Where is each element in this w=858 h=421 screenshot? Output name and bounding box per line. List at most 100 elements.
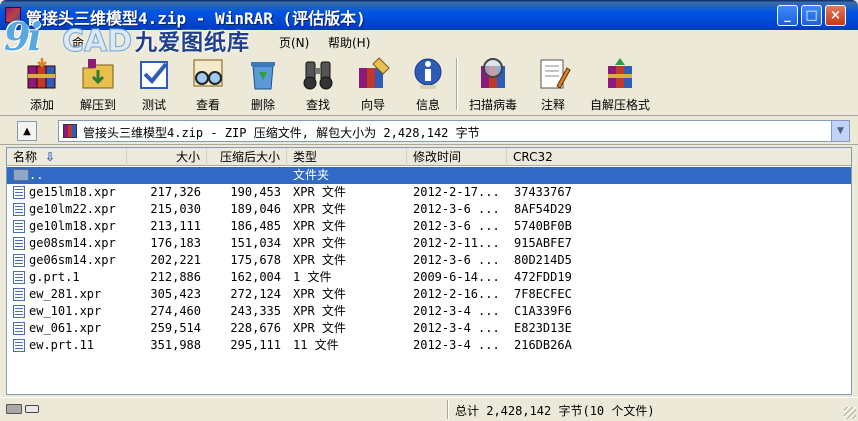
table-row[interactable]: ge10lm18.xpr 213,111 186,485 XPR 文件 2012… <box>7 218 851 235</box>
sort-descending-icon: ⇩ <box>45 150 56 164</box>
scan-virus-label: 扫描病毒 <box>468 98 517 112</box>
cell-size: 202,221 <box>150 253 201 267</box>
cell-type: 11 文件 <box>293 338 339 352</box>
cell-size: 215,030 <box>150 202 201 216</box>
table-row[interactable]: g.prt.1 212,886 162,004 1 文件 2009-6-14..… <box>7 269 851 286</box>
file-icon <box>13 203 25 216</box>
sfx-label: 自解压格式 <box>590 98 651 112</box>
cell-size <box>127 167 201 184</box>
table-row[interactable]: ew_281.xpr 305,423 272,124 XPR 文件 2012-2… <box>7 286 851 303</box>
cell-type: XPR 文件 <box>293 236 346 250</box>
file-icon <box>13 271 25 284</box>
cell-modified <box>413 167 507 184</box>
comment-button[interactable]: 注释 <box>525 56 581 114</box>
file-icon <box>13 288 25 301</box>
path-text: 管接头三维模型4.zip - ZIP 压缩文件, 解包大小为 2,428,142… <box>83 126 480 140</box>
table-row[interactable]: ge08sm14.xpr 176,183 151,034 XPR 文件 2012… <box>7 235 851 252</box>
column-packed[interactable]: 压缩后大小 <box>207 148 287 166</box>
column-name[interactable]: 名称 ⇩ <box>7 148 127 166</box>
cell-size: 212,886 <box>150 270 201 284</box>
extract-to-label: 解压到 <box>79 98 116 112</box>
table-row-parent[interactable]: .. 文件夹 <box>7 167 851 184</box>
table-row[interactable]: ew.prt.11 351,988 295,111 11 文件 2012-3-4… <box>7 337 851 354</box>
extract-folder-icon <box>82 59 114 89</box>
close-button[interactable]: × <box>825 5 846 26</box>
column-size[interactable]: 大小 <box>127 148 207 166</box>
wizard-button[interactable]: 向导 <box>345 56 401 114</box>
comment-icon <box>540 59 571 89</box>
minimize-button[interactable]: _ <box>777 5 798 26</box>
cell-modified: 2012-2-17... <box>413 185 500 199</box>
table-row[interactable]: ew_101.xpr 274,460 243,335 XPR 文件 2012-3… <box>7 303 851 320</box>
path-combobox[interactable]: 管接头三维模型4.zip - ZIP 压缩文件, 解包大小为 2,428,142… <box>58 120 850 142</box>
cell-type: 文件夹 <box>293 168 330 182</box>
menu-options[interactable]: 页(N) <box>279 34 309 51</box>
drive-icon[interactable] <box>6 404 22 414</box>
menu-bar: 命 页(N) 帮助(H) <box>0 30 858 52</box>
sfx-button[interactable]: 自解压格式 <box>590 56 650 114</box>
column-crc32[interactable]: CRC32 <box>507 148 851 166</box>
file-icon <box>13 220 25 233</box>
cell-crc: 216DB26A <box>514 338 572 352</box>
folder-up-icon <box>13 169 29 181</box>
cell-crc: 8AF54D29 <box>514 202 572 216</box>
path-dropdown-button[interactable]: ▼ <box>831 121 849 141</box>
cell-type: XPR 文件 <box>293 321 346 335</box>
cell-packed: 175,678 <box>230 253 281 267</box>
cell-crc: E823D13E <box>514 321 572 335</box>
maximize-button[interactable]: □ <box>801 5 822 26</box>
cell-size: 176,183 <box>150 236 201 250</box>
find-button[interactable]: 查找 <box>290 56 346 114</box>
cell-name: ge08sm14.xpr <box>29 236 116 250</box>
cell-type: XPR 文件 <box>293 202 346 216</box>
menu-commands[interactable]: 命 <box>72 34 84 51</box>
up-arrow-icon: ▲ <box>23 125 31 137</box>
winrar-app-icon[interactable] <box>5 7 21 23</box>
info-button[interactable]: 信息 <box>400 56 456 114</box>
file-icon <box>13 254 25 267</box>
column-type[interactable]: 类型 <box>287 148 407 166</box>
cell-name: ge10lm22.xpr <box>29 202 116 216</box>
scan-virus-button[interactable]: 扫描病毒 <box>465 56 521 114</box>
menu-help[interactable]: 帮助(H) <box>328 34 370 51</box>
cell-modified: 2012-2-16... <box>413 287 500 301</box>
column-modified[interactable]: 修改时间 <box>407 148 507 166</box>
add-button[interactable]: 添加 <box>14 56 70 114</box>
extract-to-button[interactable]: 解压到 <box>70 56 126 114</box>
cell-type: XPR 文件 <box>293 185 346 199</box>
cell-name: ew_281.xpr <box>29 287 102 301</box>
cell-crc <box>514 167 614 184</box>
view-button[interactable]: 查看 <box>180 56 236 114</box>
delete-button[interactable]: 删除 <box>235 56 291 114</box>
add-label: 添加 <box>29 98 54 112</box>
cell-modified: 2012-3-6 ... <box>413 219 500 233</box>
delete-label: 删除 <box>250 98 275 112</box>
cell-modified: 2012-2-11... <box>413 236 500 250</box>
test-label: 测试 <box>141 98 166 112</box>
cell-modified: 2012-3-4 ... <box>413 338 500 352</box>
cell-type: XPR 文件 <box>293 219 346 233</box>
resize-grip[interactable] <box>844 407 856 419</box>
up-folder-button[interactable]: ▲ <box>17 121 37 141</box>
comment-label: 注释 <box>540 98 565 112</box>
table-row[interactable]: ew_061.xpr 259,514 228,676 XPR 文件 2012-3… <box>7 320 851 337</box>
table-row[interactable]: ge06sm14.xpr 202,221 175,678 XPR 文件 2012… <box>7 252 851 269</box>
table-row[interactable]: ge15lm18.xpr 217,326 190,453 XPR 文件 2012… <box>7 184 851 201</box>
cell-crc: 7F8ECFEC <box>514 287 572 301</box>
file-icon <box>13 322 25 335</box>
test-button[interactable]: 测试 <box>126 56 182 114</box>
file-list[interactable]: 名称 ⇩ 大小 压缩后大小 类型 修改时间 CRC32 .. 文件夹 ge15lm… <box>6 147 852 395</box>
cell-type: XPR 文件 <box>293 253 346 267</box>
cell-size: 274,460 <box>150 304 201 318</box>
archive-icon <box>63 124 77 138</box>
cell-name: ge15lm18.xpr <box>29 185 116 199</box>
status-indicators <box>6 402 44 416</box>
cell-size: 213,111 <box>150 219 201 233</box>
file-icon <box>13 186 25 199</box>
cell-packed <box>207 167 281 184</box>
table-row[interactable]: ge10lm22.xpr 215,030 189,046 XPR 文件 2012… <box>7 201 851 218</box>
title-bar[interactable]: 管接头三维模型4.zip - WinRAR (评估版本) _ □ × <box>0 0 858 30</box>
view-glasses-icon <box>193 59 223 87</box>
add-archive-icon <box>27 58 56 89</box>
cell-packed: 151,034 <box>230 236 281 250</box>
